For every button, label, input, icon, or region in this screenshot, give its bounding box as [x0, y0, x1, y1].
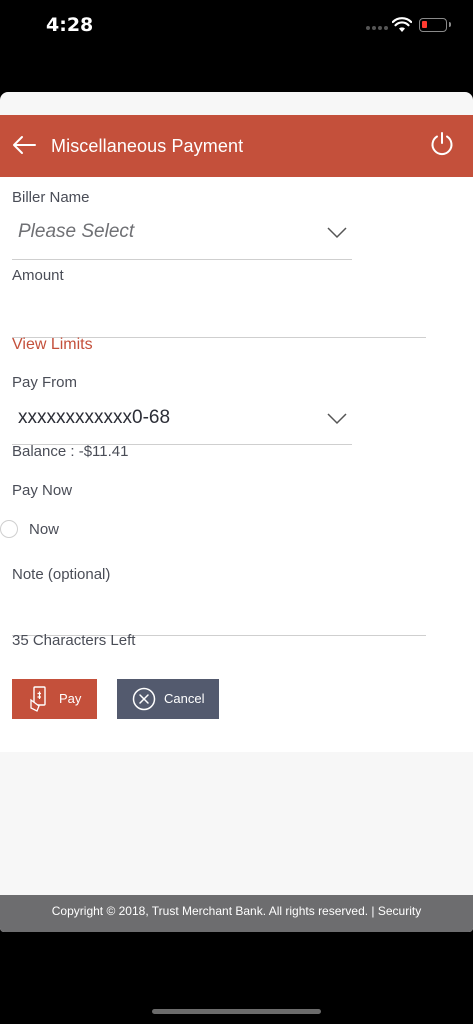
chevron-down-icon — [327, 227, 347, 239]
note-label: Note (optional) — [12, 566, 111, 583]
battery-icon — [419, 18, 451, 32]
biller-select-underline — [12, 259, 352, 260]
pay-icon — [30, 686, 46, 712]
home-indicator[interactable] — [152, 1009, 321, 1014]
pay-from-value: xxxxxxxxxxxx0-68 — [18, 407, 171, 428]
pay-from-label: Pay From — [12, 374, 78, 391]
status-bar: 4:28 — [0, 0, 473, 50]
pay-from-select[interactable]: xxxxxxxxxxxx0-68 — [12, 399, 352, 439]
amount-label: Amount — [12, 267, 64, 284]
cancel-button-label: Cancel — [164, 691, 205, 706]
pay-button[interactable]: Pay — [12, 679, 97, 719]
pay-button-label: Pay — [59, 691, 82, 706]
payment-form: Biller Name Please Select Amount View Li… — [0, 177, 473, 752]
signal-icon — [366, 26, 388, 30]
pay-now-label: Pay Now — [12, 482, 73, 499]
chars-left-text: 35 Characters Left — [12, 632, 136, 649]
app-sheet: Miscellaneous Payment Biller Name Please… — [0, 92, 473, 932]
chevron-down-icon — [327, 413, 347, 425]
note-input[interactable] — [12, 587, 426, 627]
now-radio[interactable] — [0, 520, 18, 538]
footer: Copyright © 2018, Trust Merchant Bank. A… — [0, 895, 473, 932]
wifi-icon — [392, 17, 412, 32]
status-time: 4:28 — [46, 14, 94, 36]
power-icon[interactable] — [429, 131, 455, 157]
cancel-icon — [132, 687, 156, 711]
page-title: Miscellaneous Payment — [51, 136, 244, 156]
biller-select-value: Please Select — [18, 221, 135, 242]
cancel-button[interactable]: Cancel — [117, 679, 219, 719]
back-arrow-icon[interactable] — [12, 134, 36, 156]
app-header: Miscellaneous Payment — [0, 115, 473, 177]
biller-name-label: Biller Name — [12, 189, 90, 206]
balance-text: Balance : -$11.41 — [12, 443, 129, 460]
now-radio-label[interactable]: Now — [29, 521, 59, 538]
amount-input[interactable] — [12, 289, 426, 329]
view-limits-link[interactable]: View Limits — [12, 336, 93, 354]
biller-select[interactable]: Please Select — [12, 213, 352, 253]
